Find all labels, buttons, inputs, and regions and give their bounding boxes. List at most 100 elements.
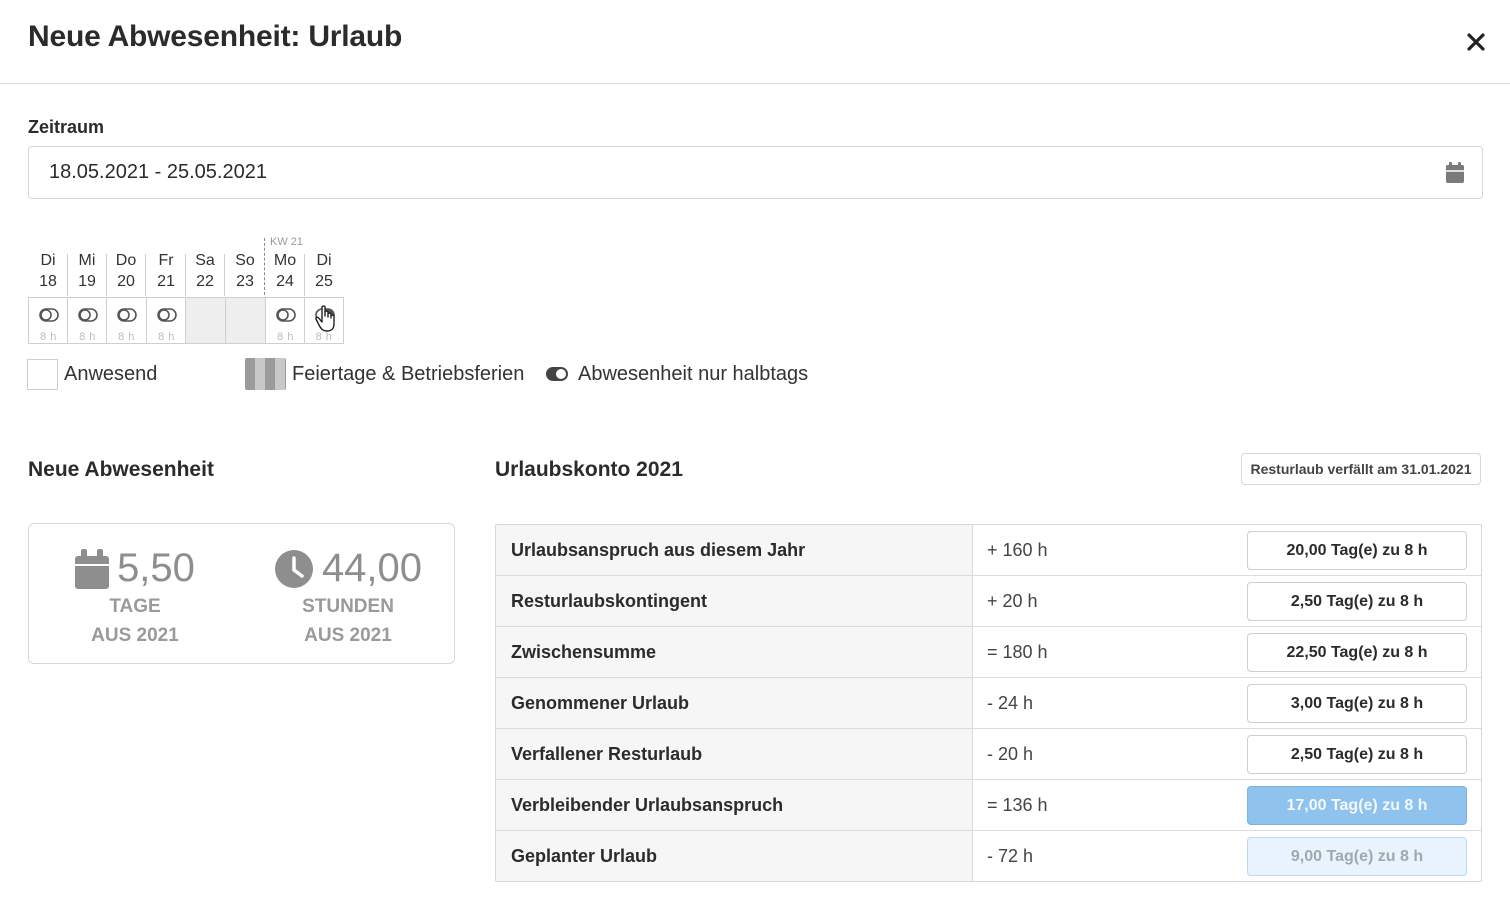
day-number: 25: [315, 273, 333, 290]
day-hours: 8 h: [277, 331, 294, 343]
days-caption: TAGE: [109, 596, 161, 617]
halfday-toggle-icon[interactable]: [117, 308, 137, 322]
row-hours: + 20 h: [987, 590, 1038, 611]
day-name: Sa: [195, 252, 215, 269]
halfday-toggle-icon[interactable]: [157, 308, 177, 322]
day-column-weekend: Sa 22: [185, 232, 225, 344]
day-number: 18: [39, 273, 57, 290]
table-row: Geplanter Urlaub - 72 h 9,00 Tag(e) zu 8…: [496, 831, 1481, 881]
row-hours: = 180 h: [987, 641, 1048, 662]
day-cell[interactable]: 8 h: [67, 297, 107, 344]
legend-present: Anwesend: [27, 358, 157, 390]
day-number: 19: [78, 273, 96, 290]
row-label: Resturlaubskontingent: [496, 576, 973, 626]
row-hours: = 136 h: [987, 794, 1048, 815]
days-stat: 5,50 TAGE AUS 2021: [65, 546, 205, 649]
day-cell-weekend: [185, 297, 225, 344]
new-absence-title: Neue Abwesenheit: [28, 458, 214, 481]
table-row: Resturlaubskontingent + 20 h 2,50 Tag(e)…: [496, 576, 1481, 627]
row-days-badge: 3,00 Tag(e) zu 8 h: [1247, 684, 1467, 723]
row-hours: + 160 h: [987, 539, 1048, 560]
day-name: Do: [115, 252, 137, 269]
close-icon: [1467, 33, 1485, 51]
planned-days-badge: 9,00 Tag(e) zu 8 h: [1247, 837, 1467, 876]
table-row: Urlaubsanspruch aus diesem Jahr + 160 h …: [496, 525, 1481, 576]
calendar-icon: [75, 548, 110, 589]
row-days-badge: 20,00 Tag(e) zu 8 h: [1247, 531, 1467, 570]
day-number: 24: [276, 273, 294, 290]
day-name: Mi: [78, 252, 96, 269]
day-name: Di: [316, 252, 332, 269]
day-number: 22: [196, 273, 214, 290]
day-name: Fr: [158, 252, 174, 269]
table-row: Verbleibender Urlaubsanspruch = 136 h 17…: [496, 780, 1481, 831]
calendar-icon[interactable]: [1445, 162, 1465, 184]
hand-cursor-icon: [315, 305, 335, 332]
row-label: Verbleibender Urlaubsanspruch: [496, 780, 973, 830]
hours-year-caption: AUS 2021: [304, 625, 392, 646]
present-swatch: [27, 358, 58, 390]
halfday-toggle-icon[interactable]: [276, 308, 296, 322]
day-name: Mo: [273, 252, 297, 269]
day-cell[interactable]: 8 h: [265, 297, 305, 344]
row-hours: - 72 h: [987, 846, 1034, 866]
day-cell[interactable]: 8 h: [146, 297, 186, 344]
day-column: Do 20 8 h: [106, 232, 146, 344]
day-hours: 8 h: [118, 331, 135, 343]
row-hours: - 24 h: [987, 692, 1034, 713]
vacation-account-title: Urlaubskonto 2021: [495, 458, 683, 481]
halfday-toggle-icon[interactable]: [39, 308, 59, 322]
day-column-weekend: So 23: [225, 232, 265, 344]
day-hours: 8 h: [40, 331, 57, 343]
date-range-field[interactable]: [28, 146, 1483, 199]
hours-stat: 44,00 STUNDEN AUS 2021: [271, 546, 425, 649]
row-label: Zwischensumme: [496, 627, 973, 677]
row-label: Geplanter Urlaub: [496, 831, 973, 881]
legend-halfday-label: Abwesenheit nur halbtags: [578, 362, 809, 385]
day-column: Mi 19 8 h: [67, 232, 107, 344]
hours-caption: STUNDEN: [302, 596, 394, 617]
clock-icon: [274, 549, 313, 588]
halfday-toggle-icon[interactable]: [78, 308, 98, 322]
hours-value: 44,00: [321, 546, 423, 590]
row-hours: - 20 h: [987, 743, 1034, 764]
day-cell-weekend: [225, 297, 265, 344]
day-column: Di 18 8 h: [28, 232, 68, 344]
days-year-caption: AUS 2021: [91, 625, 179, 646]
legend-holidays-label: Feiertage & Betriebsferien: [292, 362, 525, 385]
day-column: Mo 24 8 h: [265, 232, 305, 344]
toggle-on-icon: [546, 367, 568, 381]
table-row: Zwischensumme = 180 h 22,50 Tag(e) zu 8 …: [496, 627, 1481, 678]
row-label: Genommener Urlaub: [496, 678, 973, 728]
close-button[interactable]: [1460, 26, 1492, 58]
day-cell[interactable]: 8 h: [106, 297, 146, 344]
legend-present-label: Anwesend: [64, 362, 158, 385]
expiry-note-badge: Resturlaub verfällt am 31.01.2021: [1241, 453, 1481, 485]
day-hours: 8 h: [158, 331, 175, 343]
dialog-header: Neue Abwesenheit: Urlaub: [0, 0, 1510, 84]
day-name: So: [235, 252, 255, 269]
row-days-badge: 2,50 Tag(e) zu 8 h: [1247, 735, 1467, 774]
day-cell[interactable]: 8 h: [28, 297, 68, 344]
legend-halfday: Abwesenheit nur halbtags: [545, 358, 808, 390]
date-range-input[interactable]: [29, 147, 1482, 198]
row-label: Verfallener Resturlaub: [496, 729, 973, 779]
table-row: Verfallener Resturlaub - 20 h 2,50 Tag(e…: [496, 729, 1481, 780]
table-row: Genommener Urlaub - 24 h 3,00 Tag(e) zu …: [496, 678, 1481, 729]
zeitraum-label: Zeitraum: [28, 117, 105, 137]
day-number: 23: [236, 273, 254, 290]
holiday-swatch: [245, 358, 286, 390]
legend-holidays: Feiertage & Betriebsferien: [245, 358, 524, 390]
day-name: Di: [40, 252, 56, 269]
day-column: Fr 21 8 h: [146, 232, 186, 344]
row-days-badge: 22,50 Tag(e) zu 8 h: [1247, 633, 1467, 672]
day-number: 20: [117, 273, 135, 290]
day-hours: 8 h: [79, 331, 96, 343]
dialog-title: Neue Abwesenheit: Urlaub: [28, 20, 403, 53]
day-number: 21: [157, 273, 175, 290]
remaining-days-badge: 17,00 Tag(e) zu 8 h: [1247, 786, 1467, 825]
days-value: 5,50: [117, 546, 195, 590]
row-days-badge: 2,50 Tag(e) zu 8 h: [1247, 582, 1467, 621]
row-label: Urlaubsanspruch aus diesem Jahr: [496, 525, 973, 575]
new-absence-summary: 5,50 TAGE AUS 2021 44,00 STUNDEN AUS 202…: [28, 523, 455, 664]
